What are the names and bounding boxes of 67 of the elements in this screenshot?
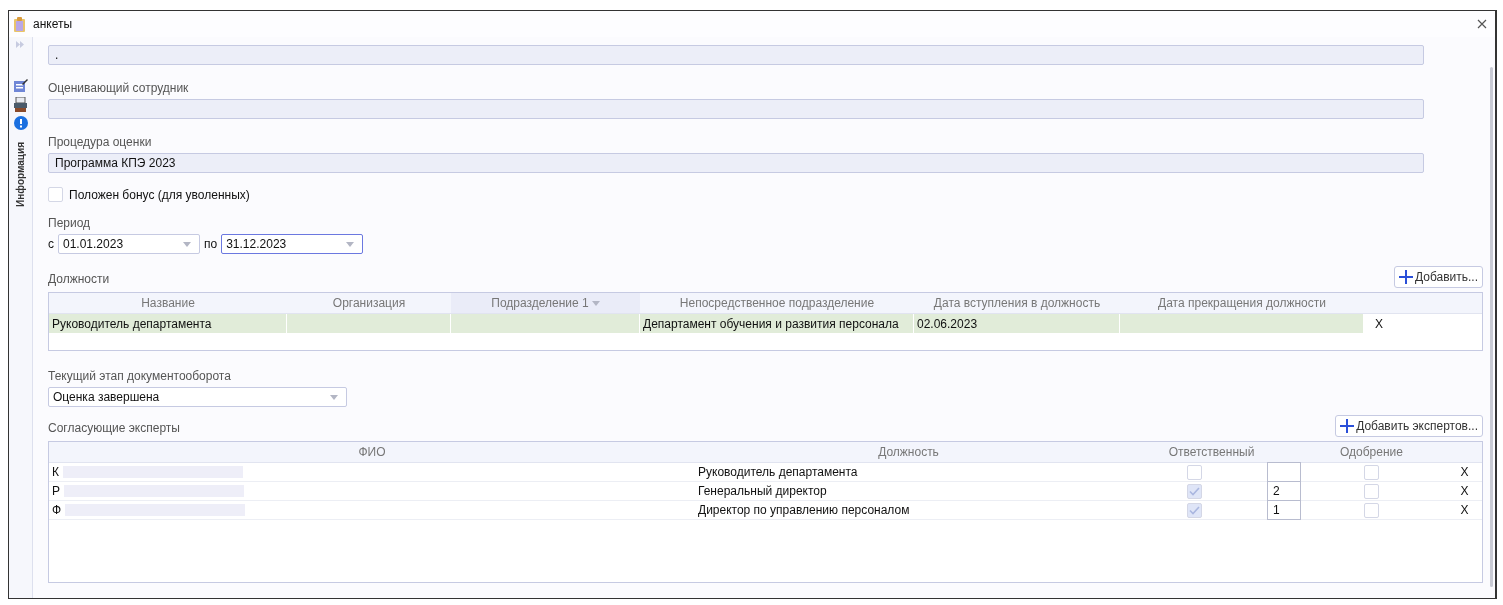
edit-icon[interactable]	[13, 78, 28, 93]
checkbox-label: Положен бонус (для уволенных)	[69, 187, 250, 202]
name-cell: К	[52, 465, 59, 479]
table-cell: 02.06.2023	[914, 314, 1120, 333]
clipboard-icon	[14, 16, 25, 32]
info-icon[interactable]	[13, 116, 28, 130]
check-icon	[1189, 486, 1200, 496]
order-field[interactable]: 2	[1267, 481, 1301, 501]
field-label: Период	[48, 216, 92, 230]
from-label: с	[48, 237, 54, 251]
name-cell: Ф	[52, 503, 62, 517]
delete-button[interactable]: X	[1442, 463, 1487, 481]
delete-button[interactable]: X	[1442, 482, 1487, 500]
column-header[interactable]: Название	[49, 293, 287, 313]
column-header[interactable]: Организация	[287, 293, 451, 313]
expand-icon[interactable]	[16, 41, 25, 48]
name-cell: Р	[52, 484, 60, 498]
scrollbar[interactable]	[1490, 67, 1493, 587]
checkbox[interactable]	[1364, 502, 1379, 518]
column-header: Ответственный	[1167, 444, 1256, 461]
field-label: Текущий этап документооборота	[48, 369, 232, 383]
caret-icon	[183, 241, 191, 247]
delete-button[interactable]: X	[1364, 314, 1394, 333]
caret-icon	[346, 241, 355, 247]
column-header[interactable]: Подразделение 1	[451, 293, 640, 313]
column-header: ФИО	[357, 444, 387, 461]
caret-icon	[591, 300, 600, 306]
table-cell: Департамент обучения и развития персонала	[640, 314, 914, 333]
table-cell-text: Директор по управлению персоналом	[697, 502, 911, 519]
checkbox[interactable]	[1187, 464, 1202, 480]
field-label: Оценивающий сотрудник	[48, 81, 190, 95]
checkbox[interactable]	[1364, 464, 1379, 480]
date-field[interactable]: 01.01.2023	[58, 234, 200, 254]
delete-button[interactable]: X	[1442, 501, 1487, 519]
dropdown[interactable]: Оценка завершена	[48, 387, 347, 407]
add-button[interactable]: Добавить экспертов...	[1335, 415, 1483, 437]
checkbox[interactable]	[1187, 502, 1202, 518]
order-field[interactable]: 1	[1267, 500, 1301, 520]
plus-icon	[1398, 270, 1413, 284]
table-cell: Руководитель департамента	[49, 314, 287, 333]
date-field[interactable]: 31.12.2023	[221, 234, 364, 254]
field-label: Процедура оценки	[48, 135, 153, 149]
column-header[interactable]: Непосредственное подразделение	[640, 293, 914, 313]
close-icon[interactable]	[1477, 19, 1487, 29]
window-title: анкеты	[33, 17, 74, 31]
checkbox[interactable]	[1187, 483, 1202, 499]
text-field[interactable]	[48, 99, 1424, 119]
column-header[interactable]: Дата прекращения должности	[1120, 293, 1364, 313]
column-header[interactable]: Дата вступления в должность	[914, 293, 1120, 313]
table-cell-text: Генеральный директор	[697, 483, 828, 500]
to-label: по	[204, 237, 218, 251]
checkbox[interactable]	[48, 187, 63, 202]
section-label: Согласующие эксперты	[48, 421, 180, 435]
section-label: Должности	[48, 272, 110, 286]
printer-icon[interactable]	[13, 97, 28, 112]
checkbox[interactable]	[1364, 483, 1379, 499]
sidebar-tab[interactable]: Информация	[15, 142, 26, 207]
column-header: Должность	[877, 444, 940, 461]
table-cell-text: Руководитель департамента	[697, 464, 859, 481]
text-field[interactable]: .	[48, 45, 1424, 65]
column-header: Одобрение	[1339, 444, 1404, 461]
caret-icon	[330, 394, 338, 400]
check-icon	[1189, 505, 1200, 515]
order-field[interactable]	[1267, 462, 1301, 482]
text-field[interactable]: Программа КПЭ 2023	[48, 153, 1424, 173]
plus-icon	[1340, 419, 1355, 433]
add-button[interactable]: Добавить...	[1393, 266, 1483, 288]
